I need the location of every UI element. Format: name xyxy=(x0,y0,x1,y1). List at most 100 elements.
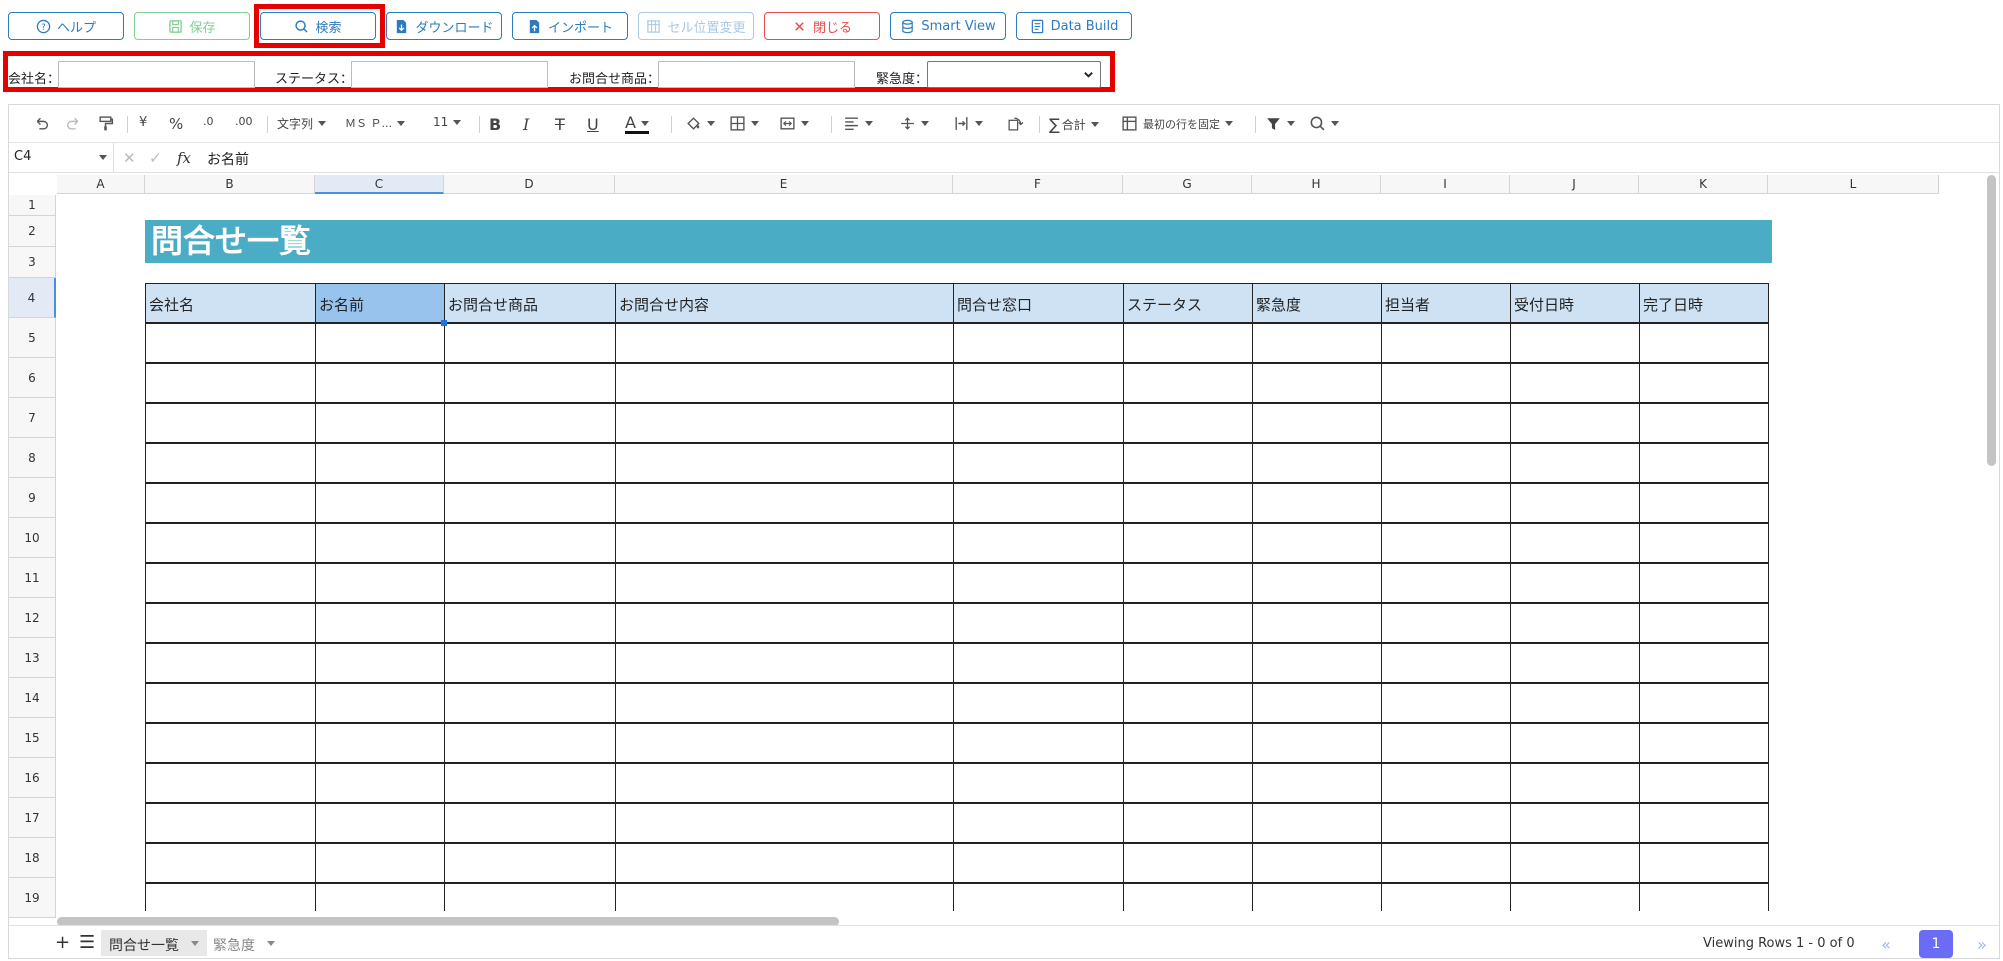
table-cell[interactable] xyxy=(145,563,316,603)
table-cell[interactable] xyxy=(1123,643,1253,683)
table-cell[interactable] xyxy=(444,483,616,523)
column-header-k[interactable]: K xyxy=(1639,175,1768,194)
strikethrough-button[interactable]: T xyxy=(555,115,565,134)
row-header-1[interactable]: 1 xyxy=(9,195,56,216)
sheet-tab-urgency[interactable]: 緊急度 xyxy=(205,930,283,956)
table-cell[interactable] xyxy=(1252,483,1382,523)
table-cell[interactable] xyxy=(1639,723,1769,763)
table-cell[interactable] xyxy=(1123,363,1253,403)
table-cell[interactable] xyxy=(444,763,616,803)
table-cell[interactable] xyxy=(615,843,954,883)
vertical-scrollbar[interactable] xyxy=(1987,175,1996,466)
table-cell[interactable] xyxy=(1252,363,1382,403)
row-header-18[interactable]: 18 xyxy=(9,838,56,878)
table-cell[interactable] xyxy=(953,323,1124,363)
table-cell[interactable] xyxy=(315,523,445,563)
find-button[interactable] xyxy=(1309,115,1339,132)
table-cell[interactable] xyxy=(1123,323,1253,363)
table-cell[interactable] xyxy=(1510,683,1640,723)
table-header-cell[interactable]: お問合せ内容 xyxy=(615,283,954,323)
table-cell[interactable] xyxy=(444,883,616,911)
rotate-text-button[interactable] xyxy=(1007,115,1024,132)
table-cell[interactable] xyxy=(953,843,1124,883)
confirm-edit-icon[interactable]: ✓ xyxy=(149,149,162,167)
table-cell[interactable] xyxy=(953,683,1124,723)
table-cell[interactable] xyxy=(1123,803,1253,843)
table-cell[interactable] xyxy=(145,483,316,523)
table-cell[interactable] xyxy=(1123,603,1253,643)
table-cell[interactable] xyxy=(615,883,954,911)
table-cell[interactable] xyxy=(1639,643,1769,683)
row-header-14[interactable]: 14 xyxy=(9,678,56,718)
cell-grid[interactable]: 問合せ一覧 会社名 お名前 お問合せ商品 お問合せ内容 問合せ窓口 ステータス 緊急度 担当者… xyxy=(57,195,1997,911)
table-header-cell[interactable]: 会社名 xyxy=(145,283,316,323)
table-cell[interactable] xyxy=(1381,683,1511,723)
column-header-c[interactable]: C xyxy=(315,175,444,194)
table-cell[interactable] xyxy=(145,363,316,403)
first-page-button[interactable]: « xyxy=(1875,930,1897,958)
table-cell[interactable] xyxy=(1252,883,1382,911)
row-header-8[interactable]: 8 xyxy=(9,438,56,478)
format-painter-button[interactable] xyxy=(97,115,114,132)
row-header-15[interactable]: 15 xyxy=(9,718,56,758)
table-cell[interactable] xyxy=(1381,323,1511,363)
table-cell[interactable] xyxy=(145,323,316,363)
row-header-2[interactable]: 2 xyxy=(9,216,56,247)
column-header-f[interactable]: F xyxy=(953,175,1123,194)
row-header-3[interactable]: 3 xyxy=(9,247,56,278)
table-cell[interactable] xyxy=(1252,763,1382,803)
help-button[interactable]: ? ヘルプ xyxy=(8,12,124,40)
table-cell[interactable] xyxy=(1381,483,1511,523)
table-cell[interactable] xyxy=(615,323,954,363)
filter-button[interactable] xyxy=(1265,115,1295,132)
table-cell[interactable] xyxy=(1510,563,1640,603)
last-page-button[interactable]: » xyxy=(1971,930,1993,958)
bold-button[interactable]: B xyxy=(489,115,501,134)
table-cell[interactable] xyxy=(1510,843,1640,883)
table-cell[interactable] xyxy=(1381,523,1511,563)
percent-button[interactable]: % xyxy=(169,115,183,133)
table-cell[interactable] xyxy=(145,403,316,443)
column-header-e[interactable]: E xyxy=(615,175,953,194)
table-cell[interactable] xyxy=(1252,843,1382,883)
vertical-align-button[interactable] xyxy=(899,115,929,132)
font-family-dropdown[interactable]: ＭＳ Ｐ... xyxy=(345,115,405,131)
table-cell[interactable] xyxy=(145,883,316,911)
current-page-button[interactable]: 1 xyxy=(1919,930,1953,958)
table-header-cell[interactable]: お問合せ商品 xyxy=(444,283,616,323)
table-cell[interactable] xyxy=(1639,523,1769,563)
table-cell[interactable] xyxy=(1381,563,1511,603)
horizontal-align-button[interactable] xyxy=(843,115,873,132)
table-header-cell[interactable]: 完了日時 xyxy=(1639,283,1769,323)
table-cell[interactable] xyxy=(1381,723,1511,763)
table-cell[interactable] xyxy=(615,803,954,843)
fill-color-button[interactable] xyxy=(685,115,715,132)
table-cell[interactable] xyxy=(1381,603,1511,643)
cancel-edit-icon[interactable]: ✕ xyxy=(123,149,136,167)
column-header-g[interactable]: G xyxy=(1123,175,1252,194)
column-header-h[interactable]: H xyxy=(1252,175,1381,194)
urgency-filter-select[interactable] xyxy=(927,61,1101,88)
table-cell[interactable] xyxy=(615,763,954,803)
sheet-list-icon[interactable]: ☰ xyxy=(79,932,95,953)
table-cell[interactable] xyxy=(1510,403,1640,443)
column-header-i[interactable]: I xyxy=(1381,175,1510,194)
sheet-tab-inquiries[interactable]: 問合せ一覧 xyxy=(101,930,207,956)
row-header-19[interactable]: 19 xyxy=(9,878,56,918)
table-cell[interactable] xyxy=(145,443,316,483)
table-cell[interactable] xyxy=(1252,683,1382,723)
table-cell[interactable] xyxy=(315,723,445,763)
sum-button[interactable]: ∑ 合計 xyxy=(1049,115,1099,134)
column-header-a[interactable]: A xyxy=(57,175,145,194)
undo-button[interactable] xyxy=(33,115,50,132)
table-header-cell[interactable]: 緊急度 xyxy=(1252,283,1382,323)
table-cell[interactable] xyxy=(444,523,616,563)
table-header-cell[interactable]: お名前 xyxy=(315,283,445,323)
table-cell[interactable] xyxy=(1123,883,1253,911)
column-header-d[interactable]: D xyxy=(444,175,615,194)
table-cell[interactable] xyxy=(1381,403,1511,443)
table-cell[interactable] xyxy=(1123,563,1253,603)
product-filter-input[interactable] xyxy=(658,61,855,88)
table-cell[interactable] xyxy=(1123,483,1253,523)
row-header-13[interactable]: 13 xyxy=(9,638,56,678)
